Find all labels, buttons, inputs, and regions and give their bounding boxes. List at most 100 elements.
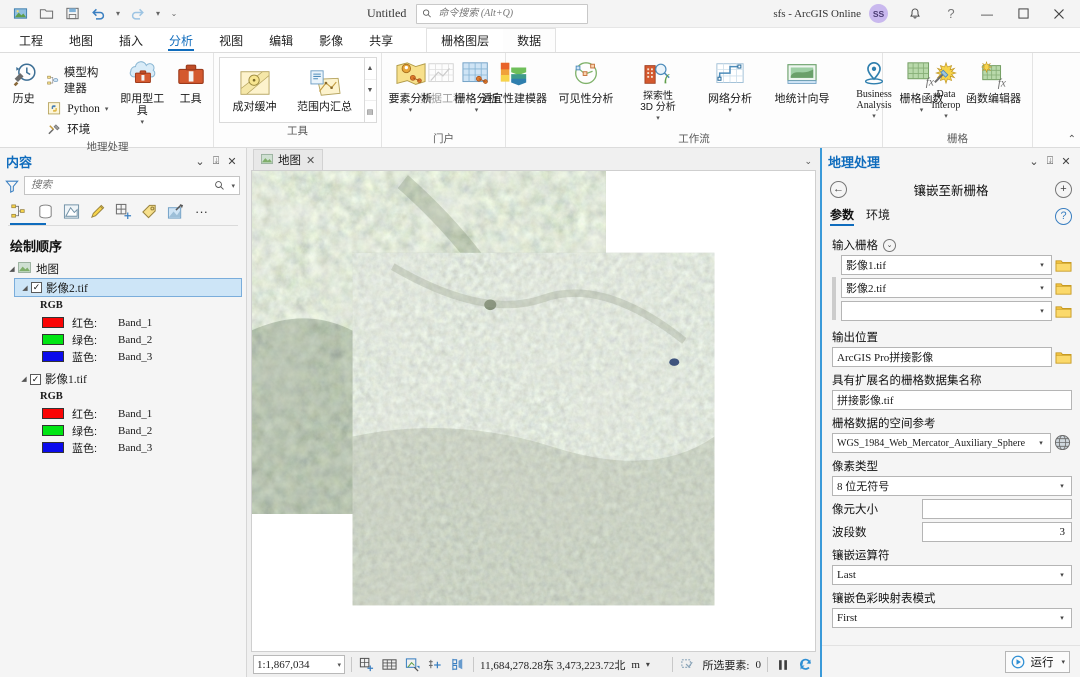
tools-button[interactable]: 工具 — [172, 58, 209, 107]
map-scale-dropdown-icon[interactable]: ▾ — [337, 661, 341, 669]
function-editor-button[interactable]: fx 函数编辑器 — [959, 58, 1029, 107]
ribbon-tab-imagery[interactable]: 影像 — [306, 28, 356, 52]
expand-arrow-icon[interactable]: ◢ — [18, 375, 30, 383]
search-options-dropdown-icon[interactable]: ▾ — [231, 182, 235, 190]
minimize-button[interactable]: — — [970, 1, 1004, 27]
add-data-icon[interactable] — [427, 656, 444, 673]
mosaic-operator-combobox[interactable]: Last ▾ — [832, 565, 1072, 585]
layer-visibility-checkbox[interactable]: ✓ — [30, 373, 41, 385]
account-name[interactable]: sfs - ArcGIS Online — [773, 8, 861, 20]
gallery-scroll-up-icon[interactable]: ▲ — [364, 58, 376, 80]
customize-qat-icon[interactable]: ⌄ — [166, 3, 182, 25]
spatial-reference-combobox[interactable]: WGS_1984_Web_Mercator_Auxiliary_Sphere ▾ — [832, 433, 1051, 453]
run-button[interactable]: 运行 ▾ — [1005, 650, 1070, 673]
history-button[interactable]: 历史 — [6, 58, 41, 107]
refresh-icon[interactable] — [797, 656, 814, 673]
command-search[interactable] — [416, 3, 589, 24]
tools-gallery-scrollbar[interactable]: ▲ ▼ ▤ — [363, 58, 376, 122]
save-project-icon[interactable] — [60, 3, 84, 25]
redo-dropdown-icon[interactable]: ▾ — [152, 3, 164, 25]
contents-search-input[interactable] — [29, 179, 212, 192]
list-by-diagram-icon[interactable] — [166, 202, 185, 221]
map-canvas[interactable] — [251, 170, 816, 652]
input-raster-combobox[interactable]: 影像2.tif ▾ — [841, 278, 1052, 298]
browse-folder-icon[interactable] — [1055, 350, 1072, 365]
redo-icon[interactable] — [126, 3, 150, 25]
raster-functions-dropdown-icon[interactable]: ▾ — [920, 106, 924, 114]
geostatistical-wizard-button[interactable]: 地统计向导 — [767, 58, 837, 107]
cellsize-field[interactable] — [922, 499, 1072, 519]
gallery-scroll-down-icon[interactable]: ▼ — [364, 80, 376, 102]
bookmarks-icon[interactable] — [450, 656, 467, 673]
ready-to-use-tools-button[interactable]: 即用型工具 ▾ — [114, 58, 170, 128]
contextual-tab-raster-layer[interactable]: 栅格图层 — [427, 29, 504, 52]
contents-menu-icon[interactable]: ⌄ — [192, 155, 208, 168]
network-analysis-button[interactable]: 网络分析 ▾ — [695, 58, 765, 116]
map-view-options-icon[interactable]: ⌄ — [804, 156, 820, 170]
browse-folder-icon[interactable] — [1055, 304, 1072, 319]
chevron-down-icon[interactable]: ▾ — [1055, 571, 1069, 579]
attribute-table-icon[interactable] — [381, 656, 398, 673]
input-raster-combobox[interactable]: ▾ — [841, 301, 1052, 321]
ribbon-tab-view[interactable]: 视图 — [206, 28, 256, 52]
band-color-swatch-green[interactable] — [42, 334, 64, 345]
measure-icon[interactable] — [404, 656, 421, 673]
input-raster-combobox[interactable]: 影像1.tif ▾ — [841, 255, 1052, 275]
chevron-down-icon[interactable]: ▾ — [1055, 614, 1069, 622]
pause-drawing-icon[interactable] — [774, 656, 791, 673]
contents-pin-icon[interactable]: ⍗ — [208, 155, 224, 168]
band-color-swatch-green[interactable] — [42, 425, 64, 436]
band-color-swatch-red[interactable] — [42, 408, 64, 419]
geoprocessing-tab-parameters[interactable]: 参数 — [830, 206, 855, 226]
exploratory-3d-analysis-button[interactable]: 探索性 3D 分析 ▾ — [623, 58, 693, 124]
ribbon-tab-share[interactable]: 共享 — [356, 28, 406, 52]
environments-button[interactable]: 环境 — [43, 119, 112, 139]
chevron-down-icon[interactable]: ▾ — [1035, 284, 1049, 292]
model-builder-button[interactable]: 模型构建器 — [43, 62, 112, 98]
visibility-analysis-button[interactable]: 可见性分析 — [551, 58, 621, 107]
undo-icon[interactable] — [86, 3, 110, 25]
toc-map-node[interactable]: ◢ 地图 — [0, 260, 246, 278]
data-engineering-button[interactable]: 数据工程 — [407, 58, 477, 107]
new-project-icon[interactable] — [8, 3, 32, 25]
list-by-labeling-icon[interactable] — [140, 202, 159, 221]
gallery-expand-icon[interactable]: ▤ — [365, 101, 376, 122]
dataset-name-field[interactable]: 拼接影像.tif — [832, 390, 1072, 410]
map-scale-control[interactable]: 1:1,867,034 ▾ — [253, 655, 345, 674]
business-analysis-dropdown-icon[interactable]: ▾ — [872, 112, 876, 120]
band-color-swatch-blue[interactable] — [42, 351, 64, 362]
contextual-tab-data[interactable]: 数据 — [503, 29, 555, 52]
browse-folder-icon[interactable] — [1055, 281, 1072, 296]
list-by-drawing-order-icon[interactable] — [10, 202, 29, 221]
toc-layer-row-yingxiang2[interactable]: ◢ ✓ 影像2.tif — [14, 278, 242, 297]
raster-functions-button[interactable]: fx 栅格函数 ▾ — [887, 58, 957, 116]
geoprocessing-pin-icon[interactable]: ⍗ — [1042, 155, 1058, 168]
exploratory-3d-analysis-dropdown-icon[interactable]: ▾ — [656, 114, 660, 122]
ribbon-tab-analysis[interactable]: 分析 — [156, 28, 206, 52]
python-dropdown-icon[interactable]: ▾ — [105, 105, 109, 113]
chevron-down-icon[interactable]: ▾ — [1055, 482, 1069, 490]
help-icon[interactable]: ? — [934, 1, 968, 27]
geoprocessing-menu-icon[interactable]: ⌄ — [1026, 155, 1042, 168]
toc-layer-row-yingxiang1[interactable]: ◢ ✓ 影像1.tif — [14, 370, 246, 388]
list-by-data-source-icon[interactable] — [36, 202, 55, 221]
list-by-selection-icon[interactable] — [62, 202, 81, 221]
close-button[interactable] — [1042, 1, 1076, 27]
suitability-modeler-button[interactable]: 适宜性建模器 — [479, 58, 549, 107]
map-view-tab[interactable]: 地图 ✕ — [253, 149, 324, 170]
geoprocessing-close-icon[interactable]: ✕ — [1058, 155, 1074, 168]
back-button[interactable]: ← — [830, 180, 847, 198]
collapse-ribbon-icon[interactable]: ⌃ — [1068, 134, 1076, 145]
avatar[interactable]: SS — [869, 4, 888, 23]
ready-to-use-tools-dropdown-icon[interactable]: ▾ — [141, 118, 145, 126]
multivalue-handle[interactable] — [832, 277, 836, 320]
chevron-down-icon[interactable]: ▾ — [1034, 439, 1048, 447]
coordinate-units-dropdown-icon[interactable]: ▾ — [646, 660, 650, 669]
expand-arrow-icon[interactable]: ◢ — [19, 284, 31, 292]
contents-search-box[interactable]: ▾ — [24, 176, 240, 195]
chevron-down-icon[interactable]: ▾ — [1035, 261, 1049, 269]
list-by-editing-icon[interactable] — [88, 202, 107, 221]
notifications-bell-icon[interactable] — [898, 1, 932, 27]
filter-funnel-icon[interactable] — [4, 179, 20, 193]
browse-folder-icon[interactable] — [1055, 258, 1072, 273]
